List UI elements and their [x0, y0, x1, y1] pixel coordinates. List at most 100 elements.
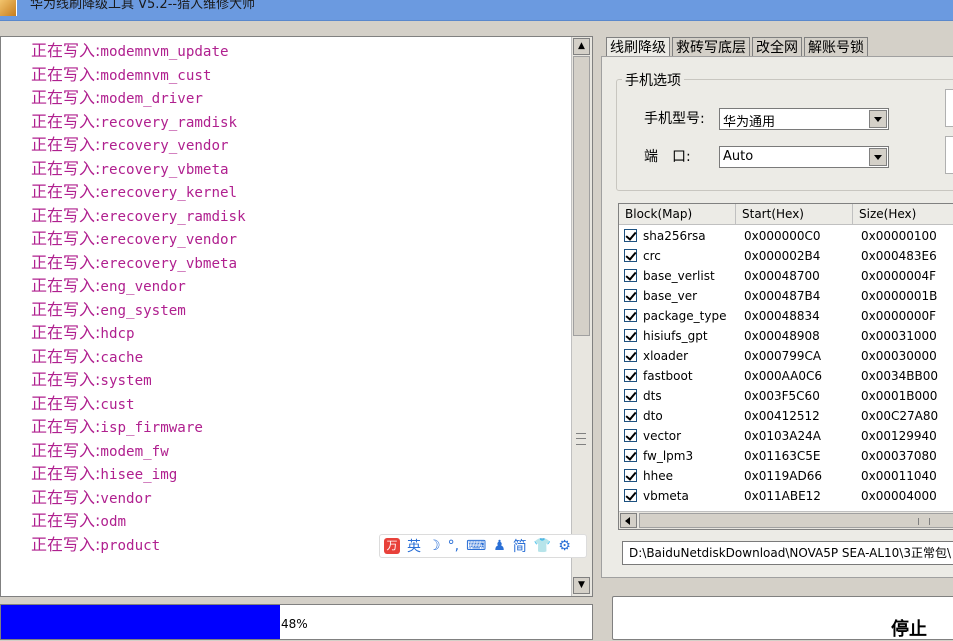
log-line-prefix: 正在写入: [31, 158, 101, 178]
table-row[interactable]: hhee 0x0119AD66 0x00011040 [619, 466, 953, 486]
stop-button[interactable]: 停止 [612, 596, 953, 640]
chevron-down-icon[interactable] [869, 110, 887, 128]
app-icon[interactable] [0, 0, 17, 16]
row-checkbox[interactable] [624, 429, 637, 442]
row-checkbox[interactable] [624, 269, 637, 282]
cell-name: crc [643, 249, 661, 263]
cell-start: 0x000002B4 [744, 249, 821, 263]
ime-item-icon[interactable]: 简 [513, 536, 527, 556]
model-select[interactable]: 华为通用 [719, 108, 889, 130]
ime-logo-icon[interactable]: 万 [384, 538, 400, 554]
log-line: 正在写入:vendor [31, 486, 246, 510]
side-button-2[interactable] [945, 136, 953, 174]
cell-name: package_type [643, 309, 727, 323]
ime-toolbar[interactable]: 万 英 ☽ °, ⌨ ♟ 简 👕 ⚙ [379, 534, 587, 558]
block-table: Block(Map) Start(Hex) Size(Hex) sha256rs… [618, 203, 953, 530]
firmware-path-field[interactable]: D:\BaiduNetdiskDownload\NOVA5P SEA-AL10\… [622, 541, 953, 565]
cell-start: 0x00048908 [744, 329, 820, 343]
log-line-text: isp_firmware [100, 420, 203, 436]
row-checkbox[interactable] [624, 389, 637, 402]
header-start[interactable]: Start(Hex) [736, 204, 853, 224]
log-line-text: product [100, 537, 161, 554]
log-line-text: erecovery_vbmeta [100, 255, 238, 272]
row-checkbox[interactable] [624, 249, 637, 262]
header-size[interactable]: Size(Hex) [853, 204, 953, 224]
table-row[interactable]: base_ver 0x000487B4 0x0000001B [619, 286, 953, 306]
log-line: 正在写入:recovery_ramdisk [31, 110, 246, 134]
log-line-prefix: 正在写入: [31, 534, 101, 554]
tab-1[interactable]: 救砖写底层 [672, 37, 750, 57]
cell-start: 0x00412512 [744, 409, 820, 423]
cell-start: 0x000AA0C6 [744, 369, 823, 383]
ime-item-icon[interactable]: ♟ [493, 538, 506, 554]
cell-name: sha256rsa [643, 229, 706, 243]
cell-size: 0x0000004F [861, 269, 937, 283]
log-line-text: modem_fw [100, 443, 169, 460]
log-line-text: odm [100, 514, 127, 530]
cell-size: 0x00030000 [861, 349, 937, 363]
cell-name: hisiufs_gpt [643, 329, 708, 343]
log-line-prefix: 正在写入: [31, 88, 101, 107]
row-checkbox[interactable] [624, 369, 637, 382]
log-line-prefix: 正在写入: [31, 276, 101, 295]
cell-size: 0x000483E6 [861, 249, 937, 263]
log-line-prefix: 正在写入: [31, 41, 101, 60]
table-row[interactable]: vector 0x0103A24A 0x00129940 [619, 426, 953, 446]
ime-item-icon[interactable]: ⌨ [466, 538, 486, 554]
row-checkbox[interactable] [624, 469, 637, 482]
row-checkbox[interactable] [624, 289, 637, 302]
hscroll-thumb[interactable] [639, 513, 953, 528]
side-button-1[interactable] [945, 89, 953, 127]
table-row[interactable]: sha256rsa 0x000000C0 0x00000100 [619, 226, 953, 246]
log-line-text: hdcp [100, 326, 135, 342]
scroll-up-button[interactable]: ▲ [573, 38, 590, 55]
table-hscrollbar[interactable] [619, 511, 953, 529]
table-row[interactable]: vbmeta 0x011ABE12 0x00004000 [619, 486, 953, 506]
row-checkbox[interactable] [624, 449, 637, 462]
ime-item-icon[interactable]: 英 [407, 536, 421, 556]
chevron-down-icon[interactable] [869, 148, 887, 166]
row-checkbox[interactable] [624, 349, 637, 362]
row-checkbox[interactable] [624, 309, 637, 322]
row-checkbox[interactable] [624, 489, 637, 502]
log-line-text: recovery_ramdisk [100, 114, 238, 131]
table-row[interactable]: dts 0x003F5C60 0x0001B000 [619, 386, 953, 406]
scroll-down-button[interactable]: ▼ [573, 577, 590, 594]
scroll-left-button[interactable] [620, 513, 637, 528]
hscroll-grip-icon [918, 518, 930, 525]
log-line-text: recovery_vbmeta [100, 161, 229, 178]
log-line: 正在写入:recovery_vendor [31, 133, 246, 157]
log-line-prefix: 正在写入: [31, 370, 101, 389]
cell-name: vector [643, 429, 682, 443]
port-select[interactable]: Auto [719, 146, 889, 168]
ime-item-icon[interactable]: ☽ [428, 538, 441, 554]
ime-item-icon[interactable]: 👕 [534, 538, 551, 554]
tab-2[interactable]: 改全网 [752, 37, 802, 57]
table-row[interactable]: crc 0x000002B4 0x000483E6 [619, 246, 953, 266]
log-line: 正在写入:isp_firmware [31, 415, 246, 439]
tab-3[interactable]: 解账号锁 [804, 37, 868, 57]
table-row[interactable]: base_verlist 0x00048700 0x0000004F [619, 266, 953, 286]
table-row[interactable]: xloader 0x000799CA 0x00030000 [619, 346, 953, 366]
ime-item-icon[interactable]: ⚙ [558, 538, 571, 554]
table-row[interactable]: dto 0x00412512 0x00C27A80 [619, 406, 953, 426]
table-row[interactable]: hisiufs_gpt 0x00048908 0x00031000 [619, 326, 953, 346]
cell-start: 0x011ABE12 [744, 489, 821, 503]
log-line: 正在写入:cache [31, 345, 246, 369]
row-checkbox[interactable] [624, 329, 637, 342]
scroll-thumb[interactable] [573, 56, 590, 336]
log-scrollbar[interactable]: ▲ ▼ [571, 37, 592, 596]
table-row[interactable]: package_type 0x00048834 0x0000000F [619, 306, 953, 326]
cell-name: base_ver [643, 289, 698, 303]
table-row[interactable]: fw_lpm3 0x01163C5E 0x00037080 [619, 446, 953, 466]
tab-0[interactable]: 线刷降级 [606, 37, 670, 57]
header-block[interactable]: Block(Map) [619, 204, 736, 224]
ime-item-icon[interactable]: °, [448, 538, 459, 554]
row-checkbox[interactable] [624, 409, 637, 422]
table-row[interactable]: fastboot 0x000AA0C6 0x0034BB00 [619, 366, 953, 386]
row-checkbox[interactable] [624, 229, 637, 242]
log-line-prefix: 正在写入: [31, 487, 101, 507]
log-line-text: eng_system [100, 302, 186, 319]
cell-size: 0x00004000 [861, 489, 937, 503]
log-pane[interactable]: 正在写入:modemnvm_update 正在写入:modemnvm_cust 正在… [0, 36, 593, 597]
